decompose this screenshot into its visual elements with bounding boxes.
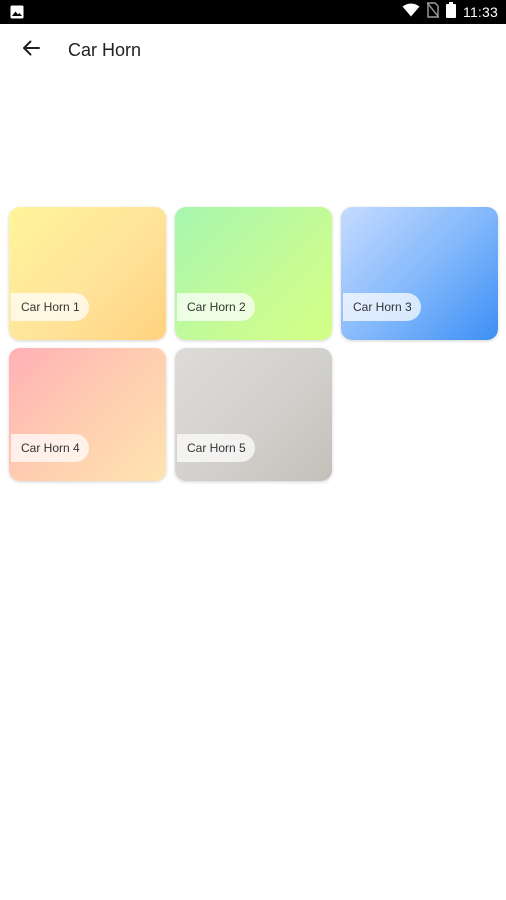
- gallery-notification-icon: [10, 5, 24, 19]
- sound-card-label: Car Horn 1: [11, 293, 89, 321]
- app-bar: Car Horn: [0, 24, 506, 76]
- sound-card-label: Car Horn 2: [177, 293, 255, 321]
- sound-grid: Car Horn 1 Car Horn 2 Car Horn 3 Car Hor…: [9, 207, 499, 482]
- status-bar: 11:33: [0, 0, 506, 24]
- battery-icon: [446, 1, 456, 23]
- sound-card-4[interactable]: Car Horn 4: [9, 348, 166, 481]
- sound-card-label: Car Horn 3: [343, 293, 421, 321]
- status-time: 11:33: [463, 4, 498, 20]
- sound-card-5[interactable]: Car Horn 5: [175, 348, 332, 481]
- sound-card-label: Car Horn 4: [11, 434, 89, 462]
- page-title: Car Horn: [68, 40, 142, 60]
- waveform-icon: [21, 239, 155, 287]
- sound-card-label: Car Horn 5: [177, 434, 255, 462]
- sound-card-3[interactable]: Car Horn 3: [341, 207, 498, 340]
- wifi-icon: [402, 3, 420, 22]
- waveform-icon: [160, 118, 350, 166]
- back-button[interactable]: [14, 34, 48, 66]
- sound-card-1[interactable]: Car Horn 1: [9, 207, 166, 340]
- arrow-back-icon: [22, 39, 40, 62]
- sound-card-2[interactable]: Car Horn 2: [175, 207, 332, 340]
- no-sim-icon: [426, 1, 440, 23]
- waveform-icon: [21, 380, 155, 428]
- waveform-icon: [353, 239, 487, 287]
- waveform-icon: [187, 239, 321, 287]
- waveform-icon: [187, 380, 321, 428]
